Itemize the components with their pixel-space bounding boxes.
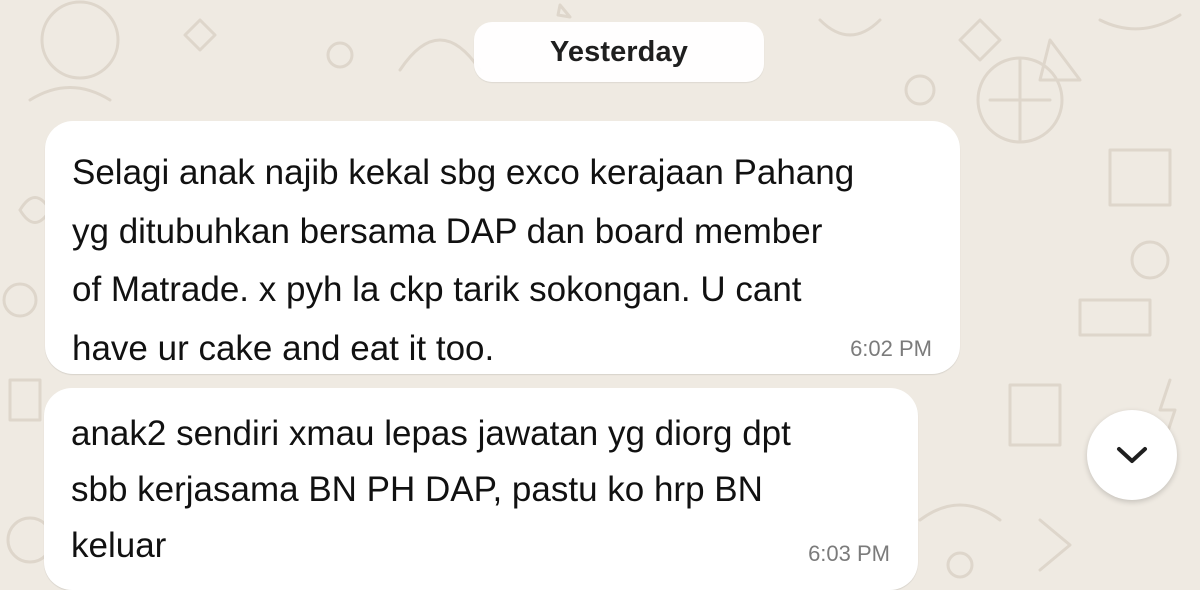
- message-line: yg ditubuhkan bersama DAP dan board memb…: [72, 211, 823, 251]
- message-line: have ur cake and eat it too.: [72, 328, 495, 368]
- message-line: sbb kerjasama BN PH DAP, pastu ko hrp BN: [71, 470, 763, 509]
- message-bubble[interactable]: Selagi anak najib kekal sbg exco kerajaa…: [45, 121, 960, 374]
- message-timestamp: 6:02 PM: [850, 336, 932, 361]
- scroll-to-bottom-button[interactable]: [1087, 410, 1177, 500]
- message-text: Selagi anak najib kekal sbg exco kerajaa…: [72, 144, 854, 378]
- message-line: of Matrade. x pyh la ckp tarik sokongan.…: [72, 270, 802, 309]
- message-text: anak2 sendiri xmau lepas jawatan yg dior…: [71, 406, 791, 574]
- message-bubble[interactable]: anak2 sendiri xmau lepas jawatan yg dior…: [44, 388, 918, 590]
- chevron-down-icon: [1117, 447, 1147, 463]
- message-line: anak2 sendiri xmau lepas jawatan yg dior…: [71, 414, 791, 453]
- message-line: Selagi anak najib kekal sbg exco kerajaa…: [72, 153, 855, 192]
- date-separator: Yesterday: [474, 22, 764, 82]
- message-timestamp: 6:03 PM: [808, 541, 890, 566]
- message-line: keluar: [71, 526, 167, 565]
